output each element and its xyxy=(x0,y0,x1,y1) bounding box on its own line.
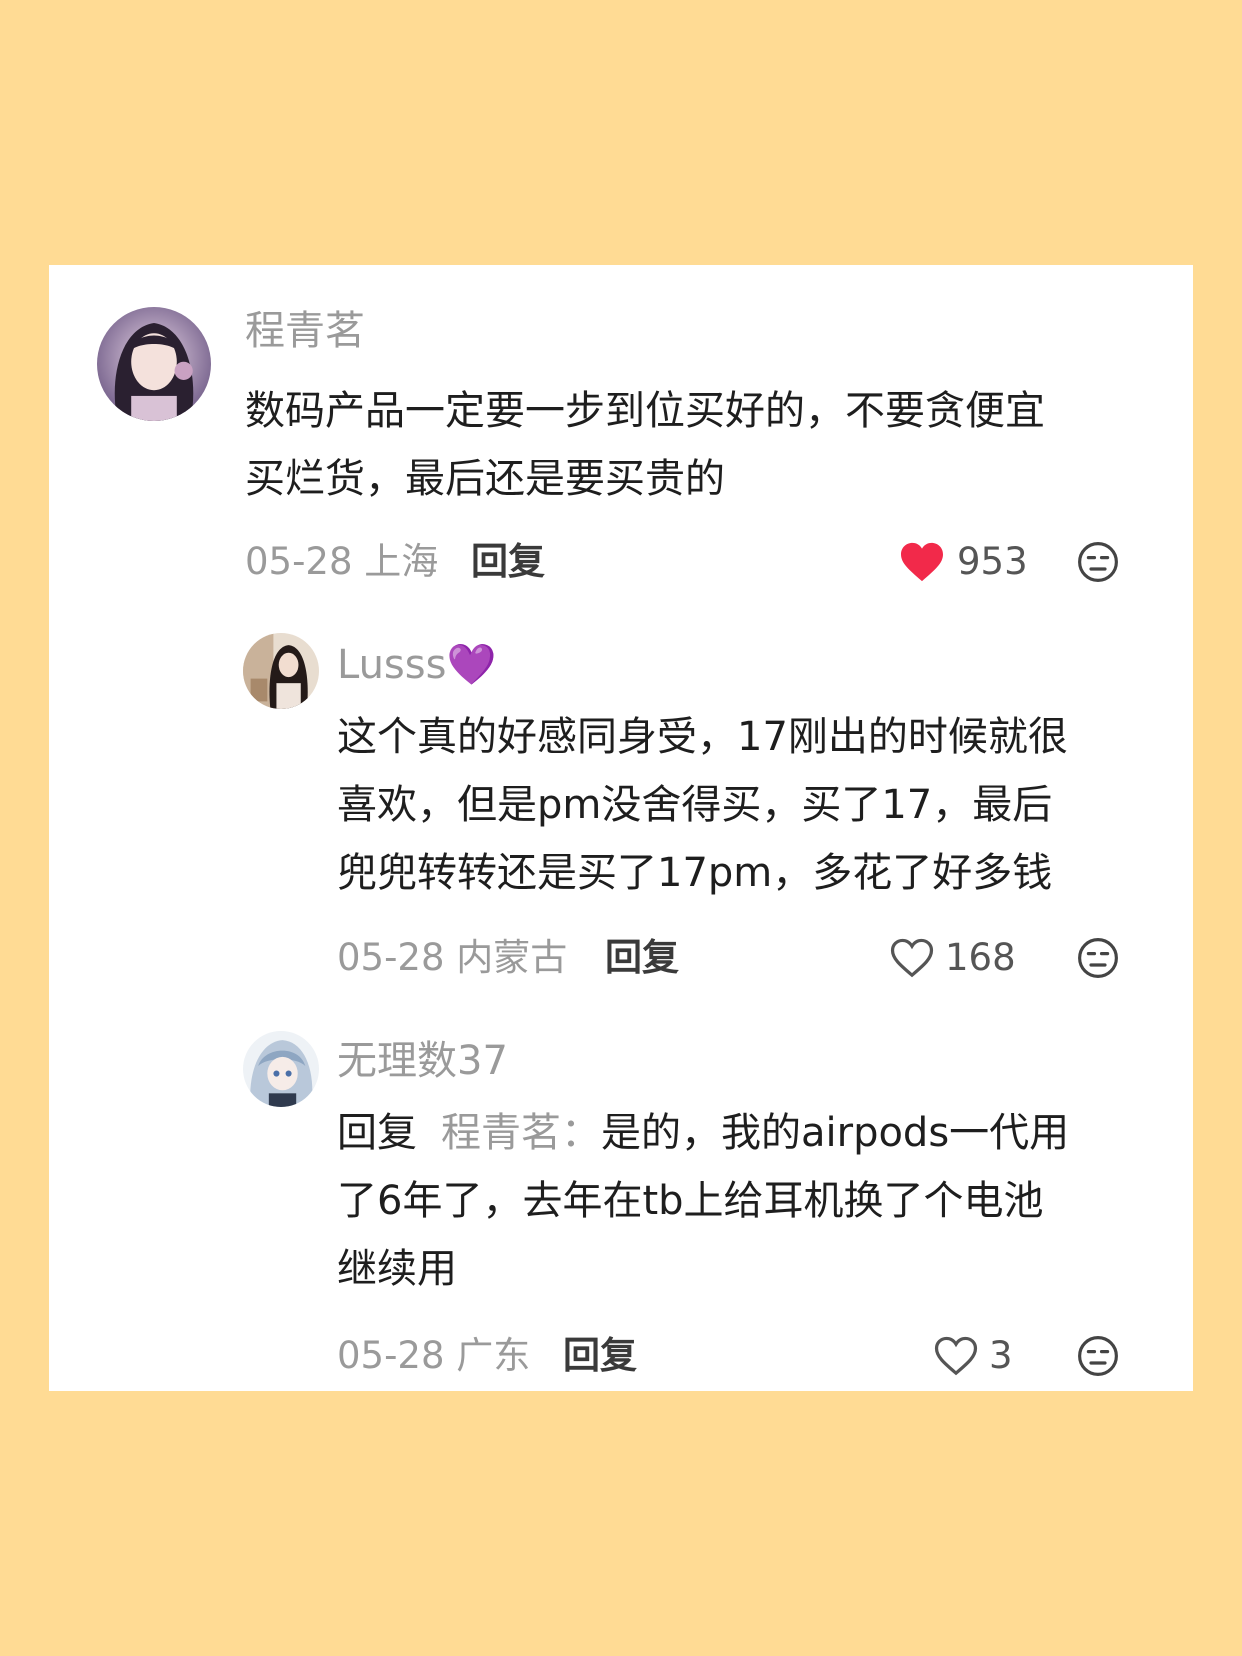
comment-text: 回复 程青茗：是的，我的airpods一代用 了6年了，去年在tb上给耳机换了个电… xyxy=(337,1099,1069,1303)
heart-outline-icon[interactable] xyxy=(933,1335,979,1377)
reply-target-username[interactable]: 程青茗： xyxy=(441,1110,601,1156)
like-count: 3 xyxy=(989,1334,1013,1377)
comment-card: 程青茗 数码产品一定要一步到位买好的，不要贪便宜 买烂货，最后还是要买贵的 05… xyxy=(49,265,1193,1391)
reply-prefix: 回复 xyxy=(337,1110,417,1156)
comment-text-line: 继续用 xyxy=(337,1246,457,1292)
comment-meta: 05-28 广东 回复 3 xyxy=(337,1331,1127,1381)
comment-text-line: 了6年了，去年在tb上给耳机换了个电池 xyxy=(337,1178,1044,1224)
date-location: 05-28 广东 xyxy=(337,1334,531,1377)
comment-text-first-line: 是的，我的airpods一代用 xyxy=(601,1110,1070,1156)
username[interactable]: 无理数37 xyxy=(337,1037,508,1085)
avatar[interactable] xyxy=(243,1031,319,1107)
reply-button[interactable]: 回复 xyxy=(563,1331,637,1381)
comment-text-line: 回复 程青茗：是的，我的airpods一代用 xyxy=(337,1099,1069,1167)
reply-2: 无理数37 回复 程青茗：是的，我的airpods一代用 了6年了，去年在tb上给… xyxy=(49,265,1193,1391)
meh-face-icon[interactable] xyxy=(1077,1335,1119,1377)
